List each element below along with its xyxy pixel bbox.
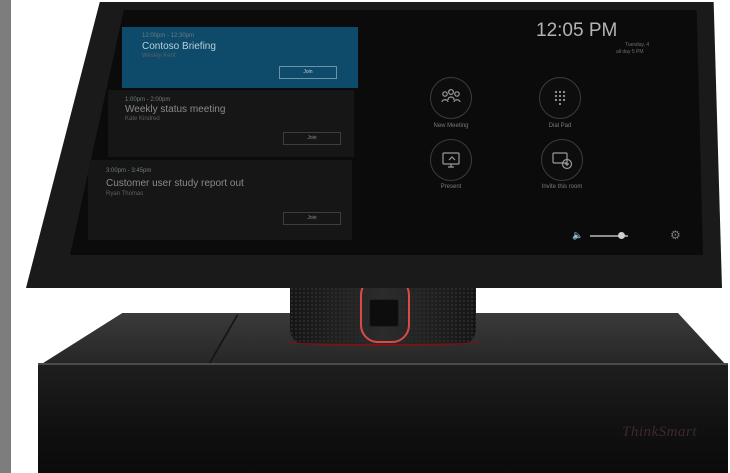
meeting-organizer: Ryan Thomas: [106, 191, 144, 197]
meeting-card-selected[interactable]: 12:00pm - 12:30pm Contoso Briefing Wesle…: [122, 27, 358, 88]
touch-screen: 12:00pm - 12:30pm Contoso Briefing Wesle…: [70, 10, 703, 255]
meeting-time: 3:00pm - 3:45pm: [106, 168, 152, 174]
dialpad-icon: [554, 90, 566, 106]
meeting-time: 12:00pm - 12:30pm: [142, 33, 195, 39]
meeting-organizer: Kate Kindred: [125, 116, 160, 122]
clock-time: 12:05 PM: [536, 20, 618, 41]
present-label: Present: [440, 184, 462, 190]
new-meeting-button[interactable]: [430, 77, 472, 119]
new-meeting-label: New Meeting: [433, 123, 469, 129]
meeting-organizer: Wesley Kent: [142, 53, 176, 59]
volume-slider-handle[interactable]: [618, 232, 625, 239]
present-screen-icon: [442, 152, 460, 168]
gear-icon[interactable]: ⚙: [670, 228, 681, 242]
meeting-title: Contoso Briefing: [142, 41, 216, 52]
left-edge-bar: [0, 0, 11, 473]
clock-subline: all day 5 PM: [616, 49, 644, 55]
join-button[interactable]: Join: [279, 66, 337, 79]
meeting-title: Customer user study report out: [106, 178, 244, 189]
dial-pad-label: Dial Pad: [548, 123, 572, 129]
speaker-icon[interactable]: 🔈: [572, 230, 583, 241]
people-group-icon: [441, 88, 461, 103]
clock-date: Tuesday, 4: [625, 42, 650, 48]
meeting-time: 1:00pm - 2:00pm: [125, 97, 171, 103]
meeting-card[interactable]: 1:00pm - 2:00pm Weekly status meeting Ka…: [108, 90, 354, 157]
join-button[interactable]: Join: [283, 212, 341, 225]
join-button[interactable]: Join: [283, 132, 341, 145]
meeting-card[interactable]: 3:00pm - 3:45pm Customer user study repo…: [88, 160, 352, 240]
invite-room-button[interactable]: [541, 139, 583, 181]
meeting-title: Weekly status meeting: [125, 104, 226, 115]
invite-room-label: Invite this room: [541, 184, 583, 190]
brand-logo: ThinkSmart: [622, 424, 698, 440]
present-button[interactable]: [430, 139, 472, 181]
device-base-front: [38, 365, 728, 473]
invite-screen-icon: [552, 152, 573, 170]
dial-pad-button[interactable]: [539, 77, 581, 119]
